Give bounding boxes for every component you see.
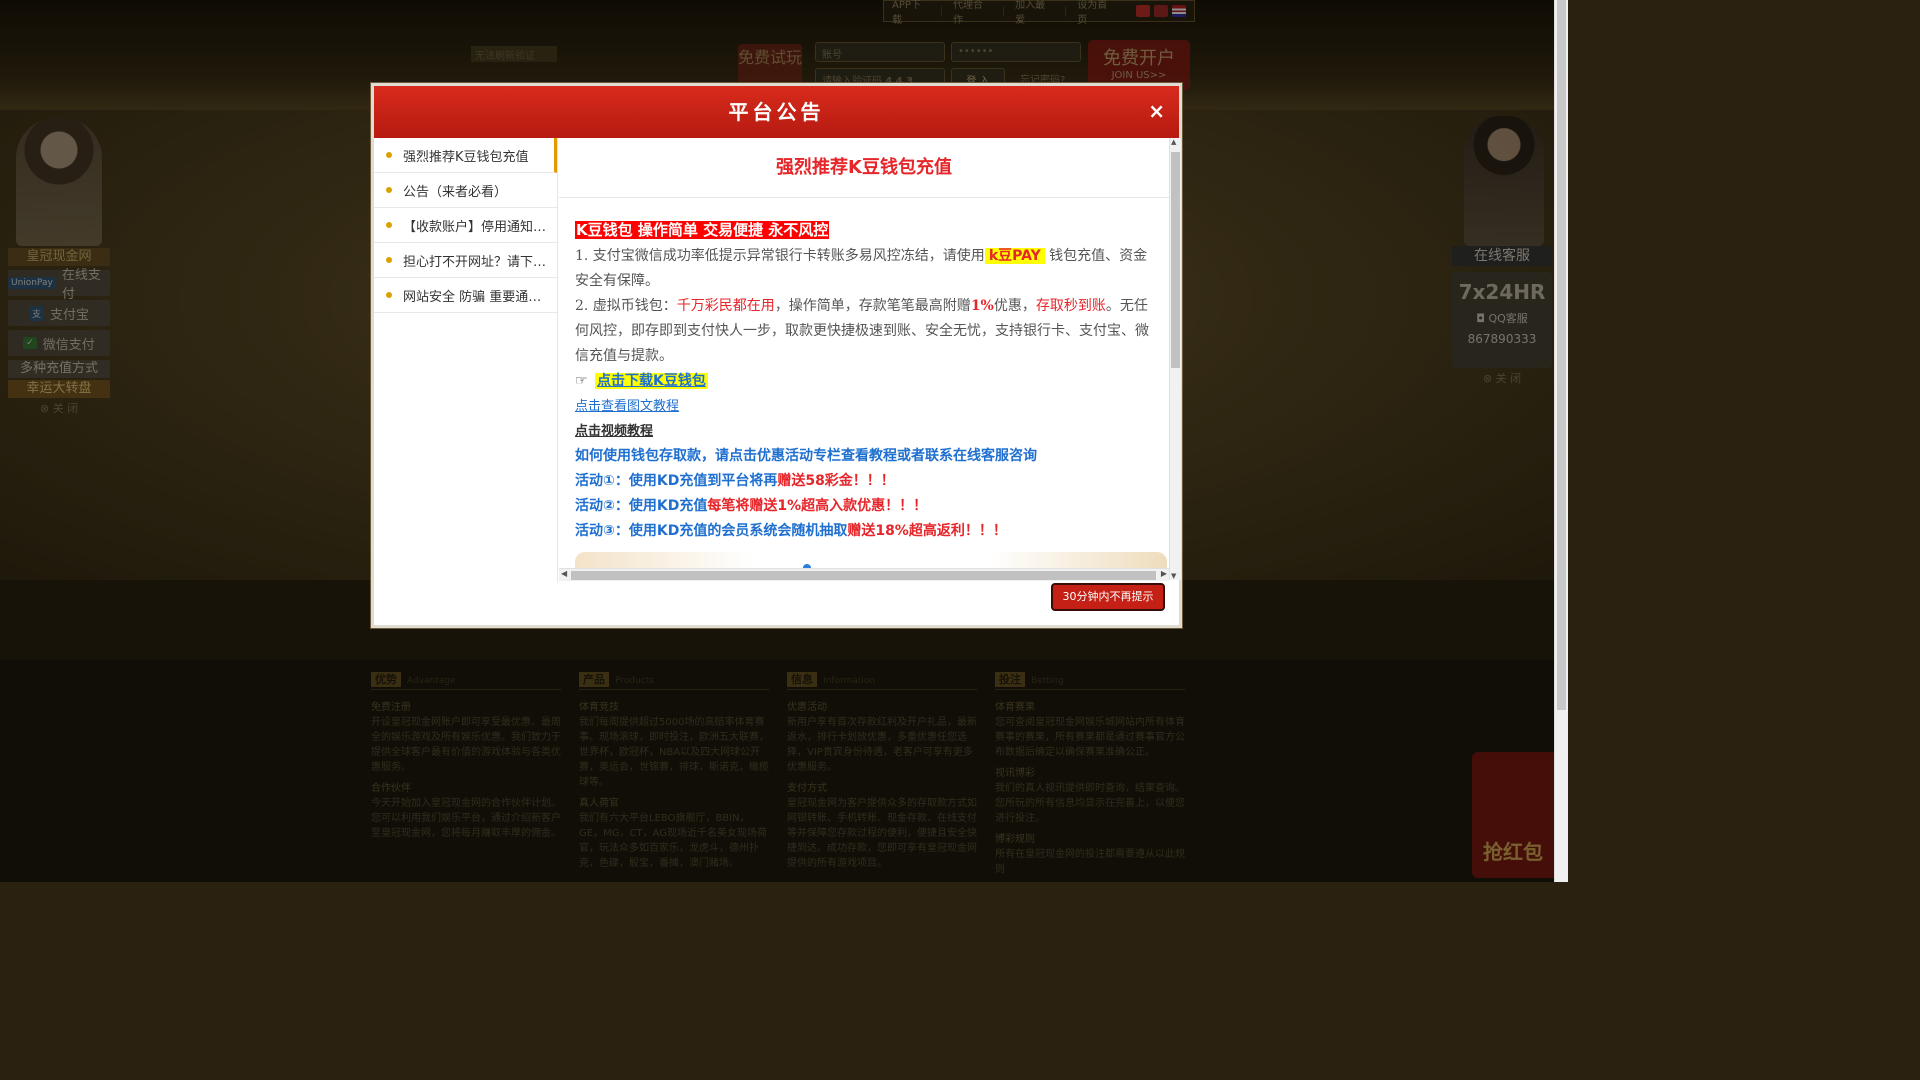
modal-title: 平台公告 bbox=[728, 100, 825, 124]
nav-item-kdou-wallet[interactable]: 强烈推荐K豆钱包充值 bbox=[374, 138, 557, 173]
video-tutorial-link[interactable]: 点击视频教程 bbox=[575, 424, 653, 439]
bullet-icon bbox=[386, 187, 392, 193]
scroll-down-icon[interactable]: ▼ bbox=[1171, 572, 1176, 580]
bullet-icon bbox=[386, 292, 392, 298]
nav-item-download-app[interactable]: 担心打不开网址？请下载APP bbox=[374, 243, 557, 278]
nav-item-security[interactable]: 网站安全 防骗 重要通知公告 bbox=[374, 278, 557, 313]
close-icon[interactable]: × bbox=[1148, 99, 1165, 123]
page-scrollbar[interactable] bbox=[1554, 0, 1568, 882]
content-horizontal-scrollbar[interactable]: ◀ ▶ bbox=[559, 568, 1169, 581]
scroll-right-icon[interactable]: ▶ bbox=[1161, 569, 1167, 578]
modal-header: 平台公告 × bbox=[374, 86, 1179, 138]
article-body: K豆钱包 操作简单 交易便捷 永不风控 1. 支付宝微信成功率低提示异常银行卡转… bbox=[575, 218, 1155, 544]
article-paragraph-1: 1. 支付宝微信成功率低提示异常银行卡转账多易风控冻结，请使用 k豆PAY 钱包充… bbox=[575, 248, 1148, 289]
nav-item-account-disabled[interactable]: 【收款账户】停用通知(必看) bbox=[374, 208, 557, 243]
graphic-tutorial-link[interactable]: 点击查看图文教程 bbox=[575, 399, 679, 414]
page-scrollbar-thumb[interactable] bbox=[1557, 0, 1566, 710]
bullet-icon bbox=[386, 257, 392, 263]
content-vertical-scrollbar[interactable]: ▲ ▼ bbox=[1169, 138, 1181, 580]
how-to-text: 如何使用钱包存取款，请点击优惠活动专栏查看教程或者联系在线客服咨询 bbox=[575, 448, 1037, 464]
announcement-content: 强烈推荐K豆钱包充值 K豆钱包 操作简单 交易便捷 永不风控 1. 支付宝微信成… bbox=[559, 138, 1169, 580]
kpay-badge: k豆PAY bbox=[984, 248, 1045, 264]
content-vertical-scrollbar-thumb[interactable] bbox=[1171, 152, 1180, 368]
bullet-icon bbox=[386, 152, 392, 158]
download-wallet-link[interactable]: 点击下载K豆钱包 bbox=[595, 373, 708, 389]
announcement-nav: 强烈推荐K豆钱包充值 公告（来者必看） 【收款账户】停用通知(必看) 担心打不开… bbox=[374, 138, 558, 582]
nav-item-notice[interactable]: 公告（来者必看） bbox=[374, 173, 557, 208]
announcement-modal: 平台公告 × 强烈推荐K豆钱包充值 公告（来者必看） 【收款账户】停用通知(必看… bbox=[371, 83, 1182, 628]
bullet-icon bbox=[386, 222, 392, 228]
scroll-left-icon[interactable]: ◀ bbox=[561, 569, 567, 578]
dismiss-30min-button[interactable]: 30分钟内不再提示 bbox=[1051, 583, 1165, 611]
pointing-hand-icon: ☞ bbox=[575, 373, 588, 389]
article-banner: K豆钱包 操作简单 交易便捷 永不风控 bbox=[575, 221, 830, 239]
activity-1: 活动①：使用KD充值到平台将再赠送58彩金！！！ bbox=[575, 473, 895, 489]
article-paragraph-2: 2. 虚拟币钱包：千万彩民都在用，操作简单，存款笔笔最高附赠1%优惠，存取秒到账… bbox=[575, 298, 1149, 364]
article-heading: 强烈推荐K豆钱包充值 bbox=[559, 138, 1169, 198]
content-horizontal-scrollbar-thumb[interactable] bbox=[571, 571, 1156, 580]
activity-2: 活动②：使用KD充值每笔将赠送1%超高入款优惠！！！ bbox=[575, 498, 928, 514]
scroll-up-icon[interactable]: ▲ bbox=[1171, 138, 1176, 146]
activity-3: 活动③：使用KD充值的会员系统会随机抽取赠送18%超高返利！！！ bbox=[575, 523, 1007, 539]
